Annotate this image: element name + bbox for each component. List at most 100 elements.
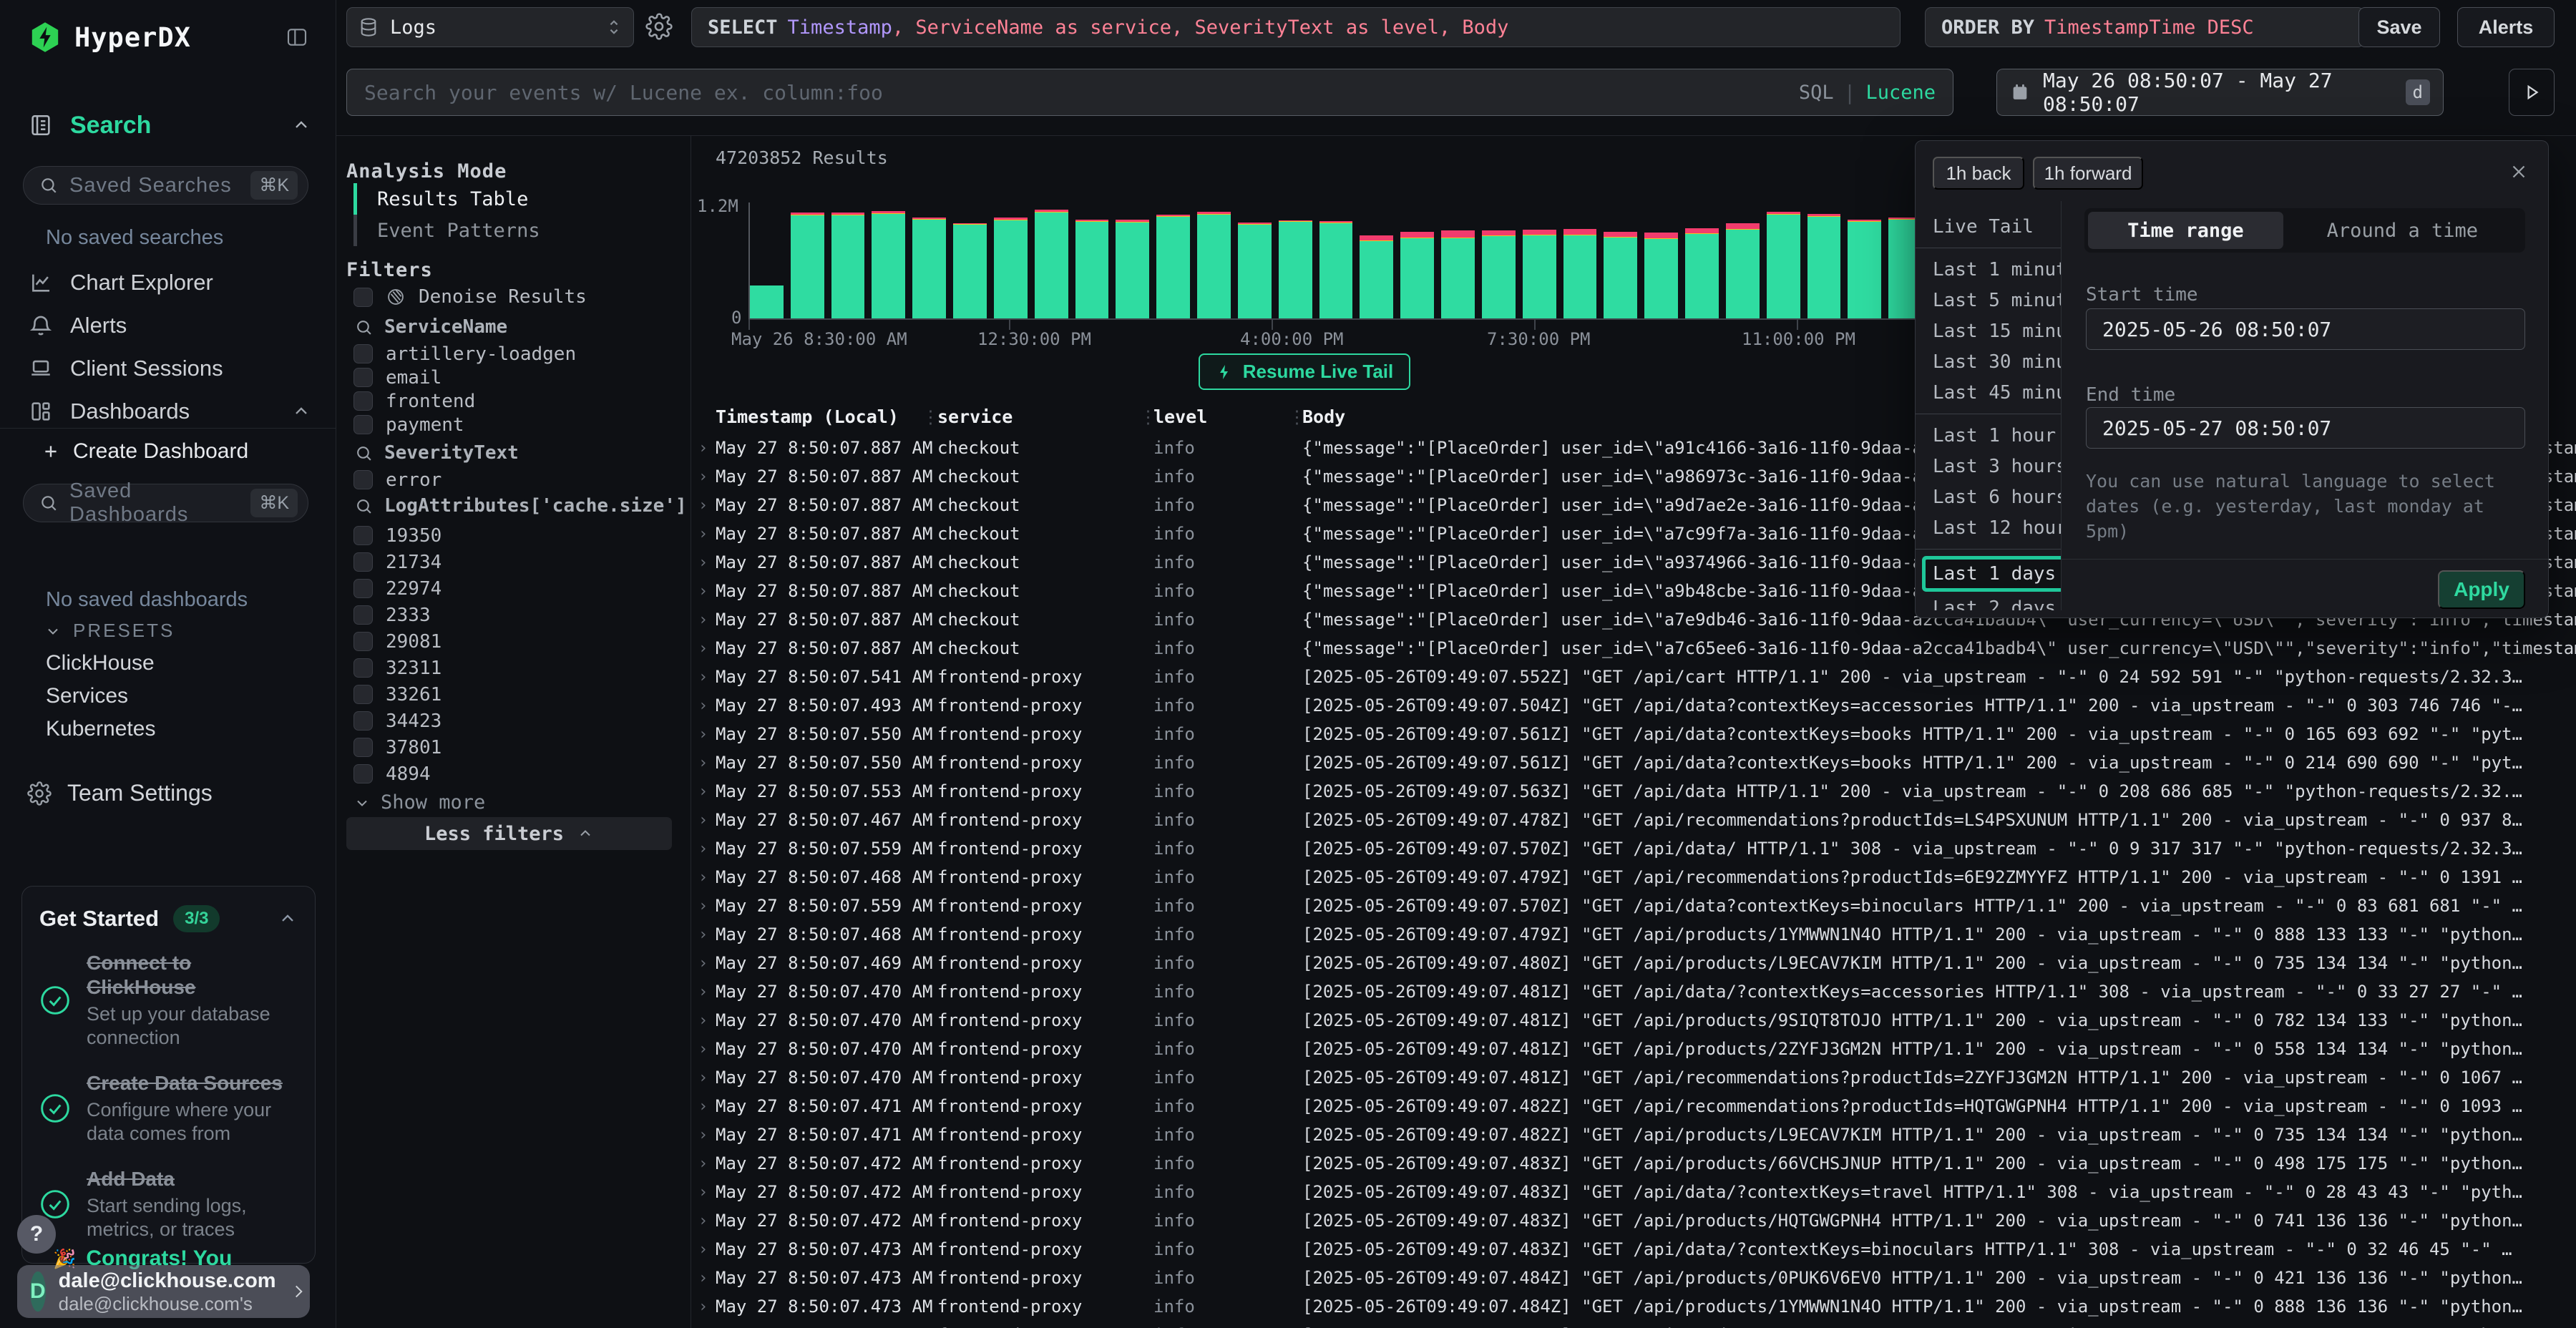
search-input[interactable]: Search your events w/ Lucene ex. column:… <box>346 69 1953 116</box>
log-row[interactable]: › May 27 8:50:07.470 AM frontend-proxy i… <box>691 1063 2576 1092</box>
time-option[interactable]: Last 12 hours <box>1916 512 2061 543</box>
col-header-timestamp[interactable]: Timestamp (Local) <box>716 406 899 427</box>
chevron-up-icon[interactable] <box>291 115 311 135</box>
log-row[interactable]: › May 27 8:50:07.469 AM frontend-proxy i… <box>691 949 2576 977</box>
filter-option[interactable]: 2333 <box>353 602 441 628</box>
chart-bar[interactable] <box>1726 223 1760 318</box>
get-started-item[interactable]: Add Data Start sending logs, metrics, or… <box>39 1167 298 1241</box>
log-row[interactable]: › May 27 8:50:07.473 AM frontend-proxy i… <box>691 1235 2576 1264</box>
filter-checkbox[interactable] <box>353 470 373 489</box>
show-more-toggle[interactable]: Show more <box>353 791 485 814</box>
get-started-item[interactable]: Connect to ClickHouse Set up your databa… <box>39 951 298 1050</box>
expand-row-icon[interactable]: › <box>691 1126 716 1144</box>
expand-row-icon[interactable]: › <box>691 840 716 858</box>
chart-bar[interactable] <box>1482 230 1516 318</box>
log-row[interactable]: › May 27 8:50:07.550 AM frontend-proxy i… <box>691 748 2576 777</box>
preset-dashboard-link[interactable]: Services <box>46 680 155 713</box>
tab-time-range[interactable]: Time range <box>2088 212 2283 249</box>
log-row[interactable]: › May 27 8:50:07.493 AM frontend-proxy i… <box>691 691 2576 720</box>
chart-bar[interactable] <box>1156 215 1190 318</box>
filter-option[interactable]: 33261 <box>353 681 441 708</box>
col-header-level[interactable]: level <box>1153 406 1207 427</box>
expand-row-icon[interactable]: › <box>691 582 716 600</box>
chevron-up-icon[interactable] <box>291 401 311 421</box>
saved-dashboards-input[interactable]: Saved Dashboards ⌘K <box>23 484 308 522</box>
get-started-item[interactable]: Create Data Sources Configure where your… <box>39 1071 298 1146</box>
chart-bar[interactable] <box>1238 223 1272 318</box>
orderby-input[interactable]: ORDER BY TimestampTime DESC <box>1925 7 2364 47</box>
filter-option[interactable]: 32311 <box>353 655 441 681</box>
chart-bar[interactable] <box>912 218 946 318</box>
one-hour-back-button[interactable]: 1h back <box>1933 157 2024 190</box>
chart-bar[interactable] <box>831 213 865 318</box>
time-option[interactable]: Last 6 hours <box>1916 482 2061 512</box>
expand-row-icon[interactable]: › <box>691 1269 716 1287</box>
expand-row-icon[interactable]: › <box>691 697 716 715</box>
chart-bar[interactable] <box>1197 212 1231 318</box>
log-row[interactable]: › May 27 8:50:07.559 AM frontend-proxy i… <box>691 834 2576 863</box>
time-option[interactable]: Last 3 hours <box>1916 451 2061 482</box>
expand-row-icon[interactable]: › <box>691 1298 716 1316</box>
chart-bar[interactable] <box>953 223 987 318</box>
expand-row-icon[interactable]: › <box>691 869 716 887</box>
sidebar-item-chart-explorer[interactable]: Chart Explorer <box>29 266 311 299</box>
select-clause-input[interactable]: SELECT Timestamp , ServiceName as servic… <box>691 7 1901 47</box>
log-row[interactable]: › May 27 8:50:07.471 AM frontend-proxy i… <box>691 1092 2576 1120</box>
filter-checkbox[interactable] <box>353 632 373 651</box>
sidebar-collapse-icon[interactable] <box>286 26 308 49</box>
chart-bar[interactable] <box>1767 212 1800 318</box>
chart-bar[interactable] <box>1563 229 1597 318</box>
filter-checkbox[interactable] <box>353 579 373 598</box>
sidebar-item-alerts[interactable]: Alerts <box>29 309 311 342</box>
analysis-mode-option[interactable]: Results Table <box>353 183 540 215</box>
filter-checkbox[interactable] <box>353 764 373 783</box>
preset-dashboard-link[interactable]: ClickHouse <box>46 647 155 680</box>
filter-option[interactable]: frontend <box>353 389 576 413</box>
chart-bar[interactable] <box>1319 221 1353 318</box>
filter-checkbox[interactable] <box>353 344 373 363</box>
filter-option[interactable]: error <box>353 468 441 492</box>
filter-option[interactable]: 29081 <box>353 628 441 655</box>
chart-bar[interactable] <box>872 211 905 318</box>
filter-group-severitytext[interactable]: SeverityText <box>355 442 519 464</box>
analysis-mode-option[interactable]: Event Patterns <box>353 215 540 246</box>
chart-bar[interactable] <box>1075 220 1109 318</box>
chevron-up-icon[interactable] <box>278 909 298 929</box>
chart-bar[interactable] <box>1360 235 1393 318</box>
expand-row-icon[interactable]: › <box>691 1212 716 1230</box>
one-hour-forward-button[interactable]: 1h forward <box>2033 157 2143 190</box>
log-row[interactable]: › May 27 8:50:07.468 AM frontend-proxy i… <box>691 863 2576 892</box>
alerts-button[interactable]: Alerts <box>2457 7 2555 47</box>
sidebar-item-client-sessions[interactable]: Client Sessions <box>29 352 311 385</box>
preset-dashboard-link[interactable]: Kubernetes <box>46 713 155 746</box>
log-row[interactable]: › May 27 8:50:07.559 AM frontend-proxy i… <box>691 892 2576 920</box>
expand-row-icon[interactable]: › <box>691 525 716 543</box>
chart-bar[interactable] <box>1644 233 1678 318</box>
expand-row-icon[interactable]: › <box>691 1183 716 1201</box>
filter-option[interactable]: 34423 <box>353 708 441 734</box>
source-settings-gear-icon[interactable] <box>645 13 673 40</box>
filter-group-cache-size[interactable]: LogAttributes['cache.size'] <box>355 495 687 517</box>
filter-option[interactable]: 21734 <box>353 549 441 575</box>
time-option[interactable]: Last 15 minutes <box>1916 316 2061 346</box>
filter-option[interactable]: payment <box>353 413 576 436</box>
expand-row-icon[interactable]: › <box>691 811 716 829</box>
filter-group-servicename[interactable]: ServiceName <box>355 316 507 338</box>
log-row[interactable]: › May 27 8:50:07.470 AM frontend-proxy i… <box>691 1035 2576 1063</box>
filter-option[interactable]: email <box>353 366 576 389</box>
expand-row-icon[interactable]: › <box>691 754 716 772</box>
close-icon[interactable] <box>2508 161 2529 182</box>
chart-bar[interactable] <box>1604 232 1637 318</box>
less-filters-button[interactable]: Less filters <box>346 817 672 850</box>
time-option[interactable]: Last 45 minutes <box>1916 377 2061 408</box>
filter-checkbox[interactable] <box>353 552 373 572</box>
create-dashboard-button[interactable]: Create Dashboard <box>42 439 248 464</box>
user-menu[interactable]: D dale@clickhouse.com dale@clickhouse.co… <box>17 1265 310 1318</box>
filter-checkbox[interactable] <box>353 738 373 757</box>
expand-row-icon[interactable]: › <box>691 783 716 801</box>
log-row[interactable]: › May 27 8:50:07.472 AM frontend-proxy i… <box>691 1206 2576 1235</box>
expand-row-icon[interactable]: › <box>691 1098 716 1115</box>
chart-bar[interactable] <box>791 213 824 318</box>
help-button[interactable]: ? <box>17 1215 56 1254</box>
log-row[interactable]: › May 27 8:50:07.467 AM frontend-proxy i… <box>691 806 2576 834</box>
